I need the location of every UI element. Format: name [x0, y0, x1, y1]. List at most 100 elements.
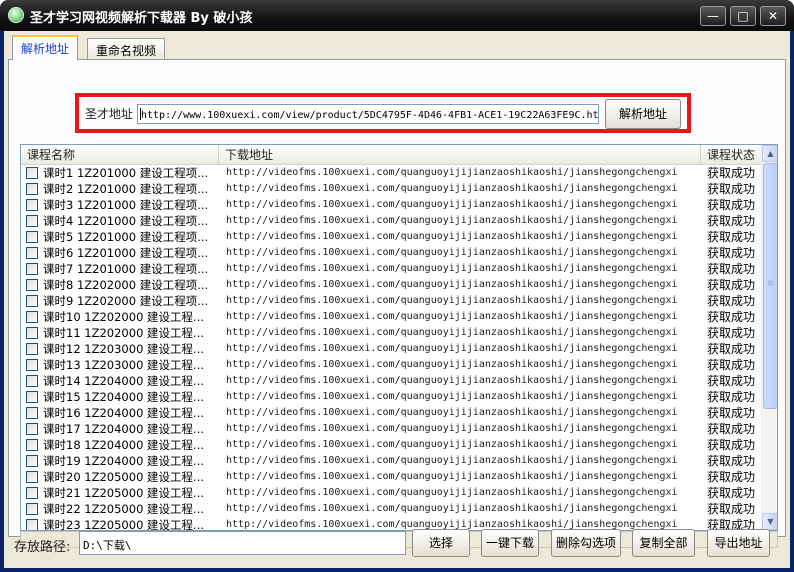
course-name: 课时6 1Z201000 建设工程项... [43, 246, 209, 260]
row-checkbox[interactable] [26, 279, 38, 291]
course-name: 课时4 1Z201000 建设工程项... [43, 214, 209, 228]
list-item[interactable]: 课时15 1Z204000 建设工程... http://videofms.100… [21, 389, 761, 405]
row-checkbox[interactable] [26, 455, 38, 467]
scroll-down-button[interactable]: ▼ [762, 513, 777, 530]
course-status: 获取成功 [707, 342, 756, 356]
row-checkbox[interactable] [26, 343, 38, 355]
vertical-scrollbar[interactable]: ▲ ≡ ▼ [761, 145, 777, 530]
row-checkbox[interactable] [26, 183, 38, 195]
row-checkbox[interactable] [26, 439, 38, 451]
row-checkbox[interactable] [26, 167, 38, 179]
list-item[interactable]: 课时5 1Z201000 建设工程项... http://videofms.100… [21, 229, 761, 245]
row-checkbox[interactable] [26, 295, 38, 307]
list-item[interactable]: 课时14 1Z204000 建设工程... http://videofms.100… [21, 373, 761, 389]
list-item[interactable]: 课时7 1Z201000 建设工程项... http://videofms.100… [21, 261, 761, 277]
download-url: http://videofms.100xuexi.com/quanguoyiji… [226, 375, 678, 386]
minimize-button[interactable]: — [700, 6, 726, 26]
app-icon [8, 7, 24, 23]
row-checkbox[interactable] [26, 359, 38, 371]
course-status: 获取成功 [707, 374, 756, 388]
course-status: 获取成功 [707, 502, 756, 516]
list-item[interactable]: 课时3 1Z201000 建设工程项... http://videofms.100… [21, 197, 761, 213]
tab-parse-url[interactable]: 解析地址 [12, 35, 79, 60]
row-checkbox[interactable] [26, 407, 38, 419]
export-urls-button[interactable]: 导出地址 [707, 529, 770, 557]
row-checkbox[interactable] [26, 423, 38, 435]
row-checkbox[interactable] [26, 311, 38, 323]
maximize-icon: □ [737, 9, 749, 23]
list-item[interactable]: 课时11 1Z202000 建设工程... http://videofms.100… [21, 325, 761, 341]
list-item[interactable]: 课时2 1Z201000 建设工程项... http://videofms.100… [21, 181, 761, 197]
course-name: 课时13 1Z203000 建设工程... [43, 358, 205, 372]
download-url: http://videofms.100xuexi.com/quanguoyiji… [226, 359, 678, 370]
copy-all-button[interactable]: 复制全部 [632, 529, 695, 557]
list-item[interactable]: 课时19 1Z204000 建设工程... http://videofms.100… [21, 453, 761, 469]
list-header: 课程名称 下载地址 课程状态 [21, 145, 761, 165]
course-name: 课时3 1Z201000 建设工程项... [43, 198, 209, 212]
save-path-input[interactable]: D:\下载\ [79, 531, 406, 555]
tab-panel: 圣才地址 http://www.100xuexi.com/view/produc… [8, 59, 786, 548]
download-url: http://videofms.100xuexi.com/quanguoyiji… [226, 183, 678, 194]
column-header-name[interactable]: 课程名称 [21, 145, 219, 165]
course-name: 课时21 1Z205000 建设工程... [43, 486, 205, 500]
download-url: http://videofms.100xuexi.com/quanguoyiji… [226, 455, 678, 466]
list-item[interactable]: 课时13 1Z203000 建设工程... http://videofms.100… [21, 357, 761, 373]
list-item[interactable]: 课时20 1Z205000 建设工程... http://videofms.100… [21, 469, 761, 485]
row-checkbox[interactable] [26, 503, 38, 515]
course-name: 课时1 1Z201000 建设工程项... [43, 166, 209, 180]
list-item[interactable]: 课时8 1Z202000 建设工程项... http://videofms.100… [21, 277, 761, 293]
course-status: 获取成功 [707, 438, 756, 452]
scroll-up-button[interactable]: ▲ [762, 145, 777, 162]
row-checkbox[interactable] [26, 263, 38, 275]
course-name: 课时20 1Z205000 建设工程... [43, 470, 205, 484]
course-list[interactable]: 课程名称 下载地址 课程状态 课时1 1Z201000 建设工程项... http… [20, 144, 778, 531]
title-bar[interactable]: 圣才学习网视频解析下载器 By 破小孩 — □ ✕ [0, 0, 794, 31]
save-path-label: 存放路径: [14, 540, 71, 555]
delete-checked-button[interactable]: 删除勾选项 [551, 529, 621, 557]
list-item[interactable]: 课时1 1Z201000 建设工程项... http://videofms.100… [21, 165, 761, 181]
column-header-status[interactable]: 课程状态 [701, 145, 761, 165]
row-checkbox[interactable] [26, 231, 38, 243]
course-name: 课时7 1Z201000 建设工程项... [43, 262, 209, 276]
list-item[interactable]: 课时4 1Z201000 建设工程项... http://videofms.100… [21, 213, 761, 229]
list-item[interactable]: 课时21 1Z205000 建设工程... http://videofms.100… [21, 485, 761, 501]
client-area: 解析地址 重命名视频 圣才地址 http://www.100xuexi.com/… [4, 31, 790, 568]
download-url: http://videofms.100xuexi.com/quanguoyiji… [226, 471, 678, 482]
maximize-button[interactable]: □ [730, 6, 756, 26]
course-status: 获取成功 [707, 278, 756, 292]
download-url: http://videofms.100xuexi.com/quanguoyiji… [226, 487, 678, 498]
list-item[interactable]: 课时9 1Z202000 建设工程项... http://videofms.100… [21, 293, 761, 309]
tab-rename-video[interactable]: 重命名视频 [87, 38, 166, 60]
row-checkbox[interactable] [26, 519, 38, 530]
course-status: 获取成功 [707, 390, 756, 404]
row-checkbox[interactable] [26, 327, 38, 339]
list-item[interactable]: 课时17 1Z204000 建设工程... http://videofms.100… [21, 421, 761, 437]
download-all-button[interactable]: 一键下载 [481, 529, 539, 557]
close-button[interactable]: ✕ [760, 6, 786, 26]
list-item[interactable]: 课时10 1Z202000 建设工程... http://videofms.100… [21, 309, 761, 325]
list-item[interactable]: 课时12 1Z203000 建设工程... http://videofms.100… [21, 341, 761, 357]
row-checkbox[interactable] [26, 487, 38, 499]
row-checkbox[interactable] [26, 215, 38, 227]
row-checkbox[interactable] [26, 199, 38, 211]
scroll-thumb[interactable]: ≡ [763, 163, 777, 409]
course-name: 课时9 1Z202000 建设工程项... [43, 294, 209, 308]
list-item[interactable]: 课时6 1Z201000 建设工程项... http://videofms.100… [21, 245, 761, 261]
download-url: http://videofms.100xuexi.com/quanguoyiji… [226, 343, 678, 354]
row-checkbox[interactable] [26, 391, 38, 403]
close-icon: ✕ [767, 9, 779, 23]
list-item[interactable]: 课时22 1Z205000 建设工程... http://videofms.100… [21, 501, 761, 517]
course-status: 获取成功 [707, 294, 756, 308]
row-checkbox[interactable] [26, 471, 38, 483]
list-item[interactable]: 课时18 1Z204000 建设工程... http://videofms.100… [21, 437, 761, 453]
column-header-url[interactable]: 下载地址 [219, 145, 701, 165]
choose-button[interactable]: 选择 [412, 529, 470, 557]
list-item[interactable]: 课时16 1Z204000 建设工程... http://videofms.100… [21, 405, 761, 421]
url-input[interactable]: http://www.100xuexi.com/view/product/5DC… [137, 104, 599, 124]
course-status: 获取成功 [707, 406, 756, 420]
course-status: 获取成功 [707, 326, 756, 340]
parse-url-button[interactable]: 解析地址 [605, 99, 681, 129]
row-checkbox[interactable] [26, 375, 38, 387]
row-checkbox[interactable] [26, 247, 38, 259]
course-status: 获取成功 [707, 166, 756, 180]
